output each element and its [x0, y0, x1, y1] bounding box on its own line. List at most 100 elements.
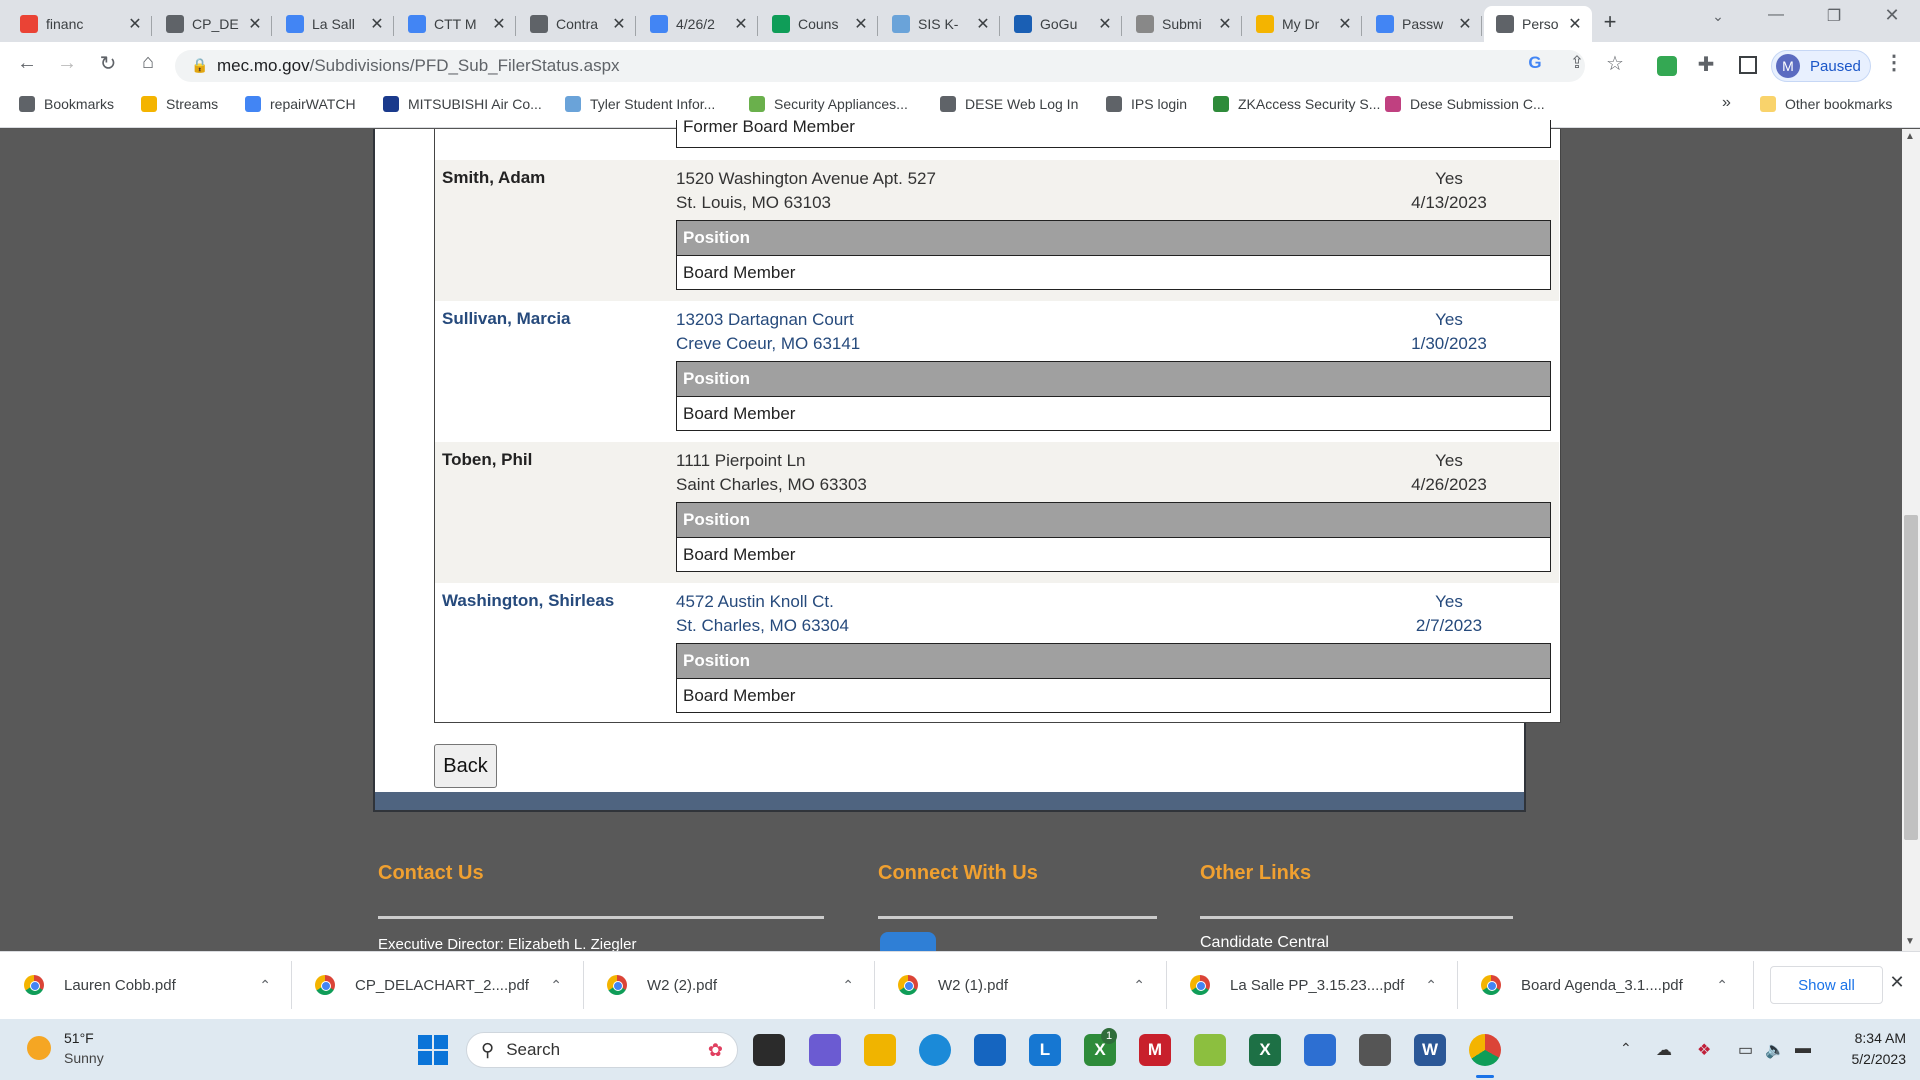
close-tab-icon[interactable]: ✕: [1566, 14, 1584, 34]
close-tab-icon[interactable]: ✕: [368, 14, 386, 34]
bookmark-item[interactable]: DESE Web Log In: [940, 96, 1078, 112]
new-tab-button[interactable]: +: [1596, 9, 1624, 35]
scroll-down-icon[interactable]: ▼: [1905, 936, 1915, 947]
close-tab-icon[interactable]: ✕: [1456, 14, 1474, 34]
other-bookmarks[interactable]: Other bookmarks: [1760, 96, 1892, 112]
bookmark-item[interactable]: MITSUBISHI Air Co...: [383, 96, 542, 112]
close-tab-icon[interactable]: ✕: [1096, 14, 1114, 34]
chrome-icon[interactable]: [1469, 1034, 1501, 1066]
bookmark-item[interactable]: Dese Submission C...: [1385, 96, 1545, 112]
dropbox-icon[interactable]: ❖: [1697, 1040, 1711, 1060]
close-tab-icon[interactable]: ✕: [1336, 14, 1354, 34]
tab-12[interactable]: Perso ✕: [1484, 6, 1592, 42]
tab-7[interactable]: SIS K- ✕: [880, 6, 1000, 42]
chevron-up-icon[interactable]: ⌃: [259, 977, 271, 994]
google-lens-icon[interactable]: G: [1521, 53, 1549, 73]
back-button[interactable]: Back: [434, 744, 497, 788]
excel-icon[interactable]: X: [1249, 1034, 1281, 1066]
chat-icon[interactable]: [809, 1034, 841, 1066]
extension-icon[interactable]: [1657, 56, 1677, 76]
file-explorer-icon[interactable]: [864, 1034, 896, 1066]
bookmark-item[interactable]: IPS login: [1106, 96, 1187, 112]
bookmark-star-icon[interactable]: ☆: [1601, 51, 1629, 76]
taskbar-search[interactable]: ⚲ Search ✿: [466, 1032, 738, 1068]
footer-link-candidate-central[interactable]: Candidate Central: [1200, 934, 1329, 952]
social-icon[interactable]: [880, 932, 936, 951]
close-window-button[interactable]: ✕: [1878, 5, 1906, 26]
chevron-up-icon[interactable]: ⌃: [550, 977, 562, 994]
bookmark-item[interactable]: Streams: [141, 96, 218, 112]
side-panel-icon[interactable]: [1739, 56, 1757, 74]
minimize-button[interactable]: —: [1762, 6, 1790, 24]
windows-start-icon[interactable]: [418, 1035, 448, 1065]
home-icon[interactable]: ⌂: [134, 51, 162, 74]
tab-4[interactable]: Contra ✕: [518, 6, 636, 42]
network-icon[interactable]: ▭: [1738, 1040, 1753, 1060]
download-item[interactable]: Lauren Cobb.pdf ⌃: [24, 951, 291, 1019]
scroll-up-icon[interactable]: ▲: [1905, 131, 1915, 142]
close-tab-icon[interactable]: ✕: [126, 14, 144, 34]
tab-3[interactable]: CTT M ✕: [396, 6, 516, 42]
close-tab-icon[interactable]: ✕: [1216, 14, 1234, 34]
download-item[interactable]: CP_DELACHART_2....pdf ⌃: [315, 951, 582, 1019]
scrollbar-thumb[interactable]: [1904, 515, 1918, 840]
tab-9[interactable]: Submi ✕: [1124, 6, 1242, 42]
chevron-up-icon[interactable]: ⌃: [1716, 977, 1728, 994]
close-tab-icon[interactable]: ✕: [490, 14, 508, 34]
l-app-icon[interactable]: L: [1029, 1034, 1061, 1066]
tab-8[interactable]: GoGu ✕: [1002, 6, 1122, 42]
maximize-button[interactable]: ❐: [1820, 6, 1848, 26]
edge-icon[interactable]: [919, 1034, 951, 1066]
bookmark-item[interactable]: ZKAccess Security S...: [1213, 96, 1380, 112]
position-header: Position: [677, 503, 1550, 537]
calculator-icon[interactable]: [1359, 1034, 1391, 1066]
close-tab-icon[interactable]: ✕: [610, 14, 628, 34]
tab-11[interactable]: Passw ✕: [1364, 6, 1482, 42]
bookmark-item[interactable]: Bookmarks: [19, 96, 114, 112]
download-item[interactable]: W2 (2).pdf ⌃: [607, 951, 874, 1019]
download-item[interactable]: La Salle PP_3.15.23....pdf ⌃: [1190, 951, 1457, 1019]
share-icon[interactable]: ⇪: [1563, 53, 1591, 73]
bookmark-item[interactable]: Security Appliances...: [749, 96, 908, 112]
tab-0[interactable]: financ ✕: [8, 6, 152, 42]
tab-search-icon[interactable]: ⌄: [1704, 8, 1732, 25]
close-tab-icon[interactable]: ✕: [852, 14, 870, 34]
chevron-up-icon[interactable]: ⌃: [1425, 977, 1437, 994]
chevron-up-icon[interactable]: ⌃: [1620, 1040, 1632, 1057]
tab-10[interactable]: My Dr ✕: [1244, 6, 1362, 42]
weather-temp[interactable]: 51°F: [64, 1030, 94, 1046]
menu-icon[interactable]: ⋮: [1880, 50, 1908, 75]
bookmarks-overflow-icon[interactable]: »: [1722, 94, 1731, 112]
tab-5[interactable]: 4/26/2 ✕: [638, 6, 758, 42]
chevron-up-icon[interactable]: ⌃: [842, 977, 854, 994]
chevron-up-icon[interactable]: ⌃: [1133, 977, 1145, 994]
close-tab-icon[interactable]: ✕: [246, 14, 264, 34]
show-all-button[interactable]: Show all: [1770, 966, 1883, 1004]
extensions-puzzle-icon[interactable]: ✚: [1692, 52, 1720, 77]
task-view-icon[interactable]: [753, 1034, 785, 1066]
battery-icon[interactable]: ▬: [1795, 1040, 1811, 1058]
tab-2[interactable]: La Sall ✕: [274, 6, 394, 42]
app-icon[interactable]: [1194, 1034, 1226, 1066]
forward-nav-icon[interactable]: →: [53, 52, 81, 75]
back-nav-icon[interactable]: ←: [13, 52, 41, 75]
word-icon[interactable]: W: [1414, 1034, 1446, 1066]
close-tab-icon[interactable]: ✕: [974, 14, 992, 34]
tab-6[interactable]: Couns ✕: [760, 6, 878, 42]
cloud-icon[interactable]: ☁: [1656, 1040, 1672, 1060]
clock-time[interactable]: 8:34 AM: [1826, 1030, 1906, 1046]
bookmark-item[interactable]: repairWATCH: [245, 96, 356, 112]
reload-icon[interactable]: ↻: [94, 51, 122, 76]
download-item[interactable]: Board Agenda_3.1....pdf ⌃: [1481, 951, 1748, 1019]
address-bar[interactable]: 🔒 mec.mo.gov/Subdivisions/PFD_Sub_FilerS…: [175, 50, 1585, 82]
profile-button[interactable]: M Paused: [1771, 50, 1871, 82]
mcafee-icon[interactable]: M: [1139, 1034, 1171, 1066]
close-downloads-icon[interactable]: ✕: [1883, 972, 1911, 993]
notepad-icon[interactable]: [1304, 1034, 1336, 1066]
download-item[interactable]: W2 (1).pdf ⌃: [898, 951, 1165, 1019]
bookmark-item[interactable]: Tyler Student Infor...: [565, 96, 715, 112]
close-tab-icon[interactable]: ✕: [732, 14, 750, 34]
volume-icon[interactable]: 🔈: [1765, 1040, 1785, 1060]
tab-1[interactable]: CP_DE ✕: [154, 6, 272, 42]
store-icon[interactable]: [974, 1034, 1006, 1066]
